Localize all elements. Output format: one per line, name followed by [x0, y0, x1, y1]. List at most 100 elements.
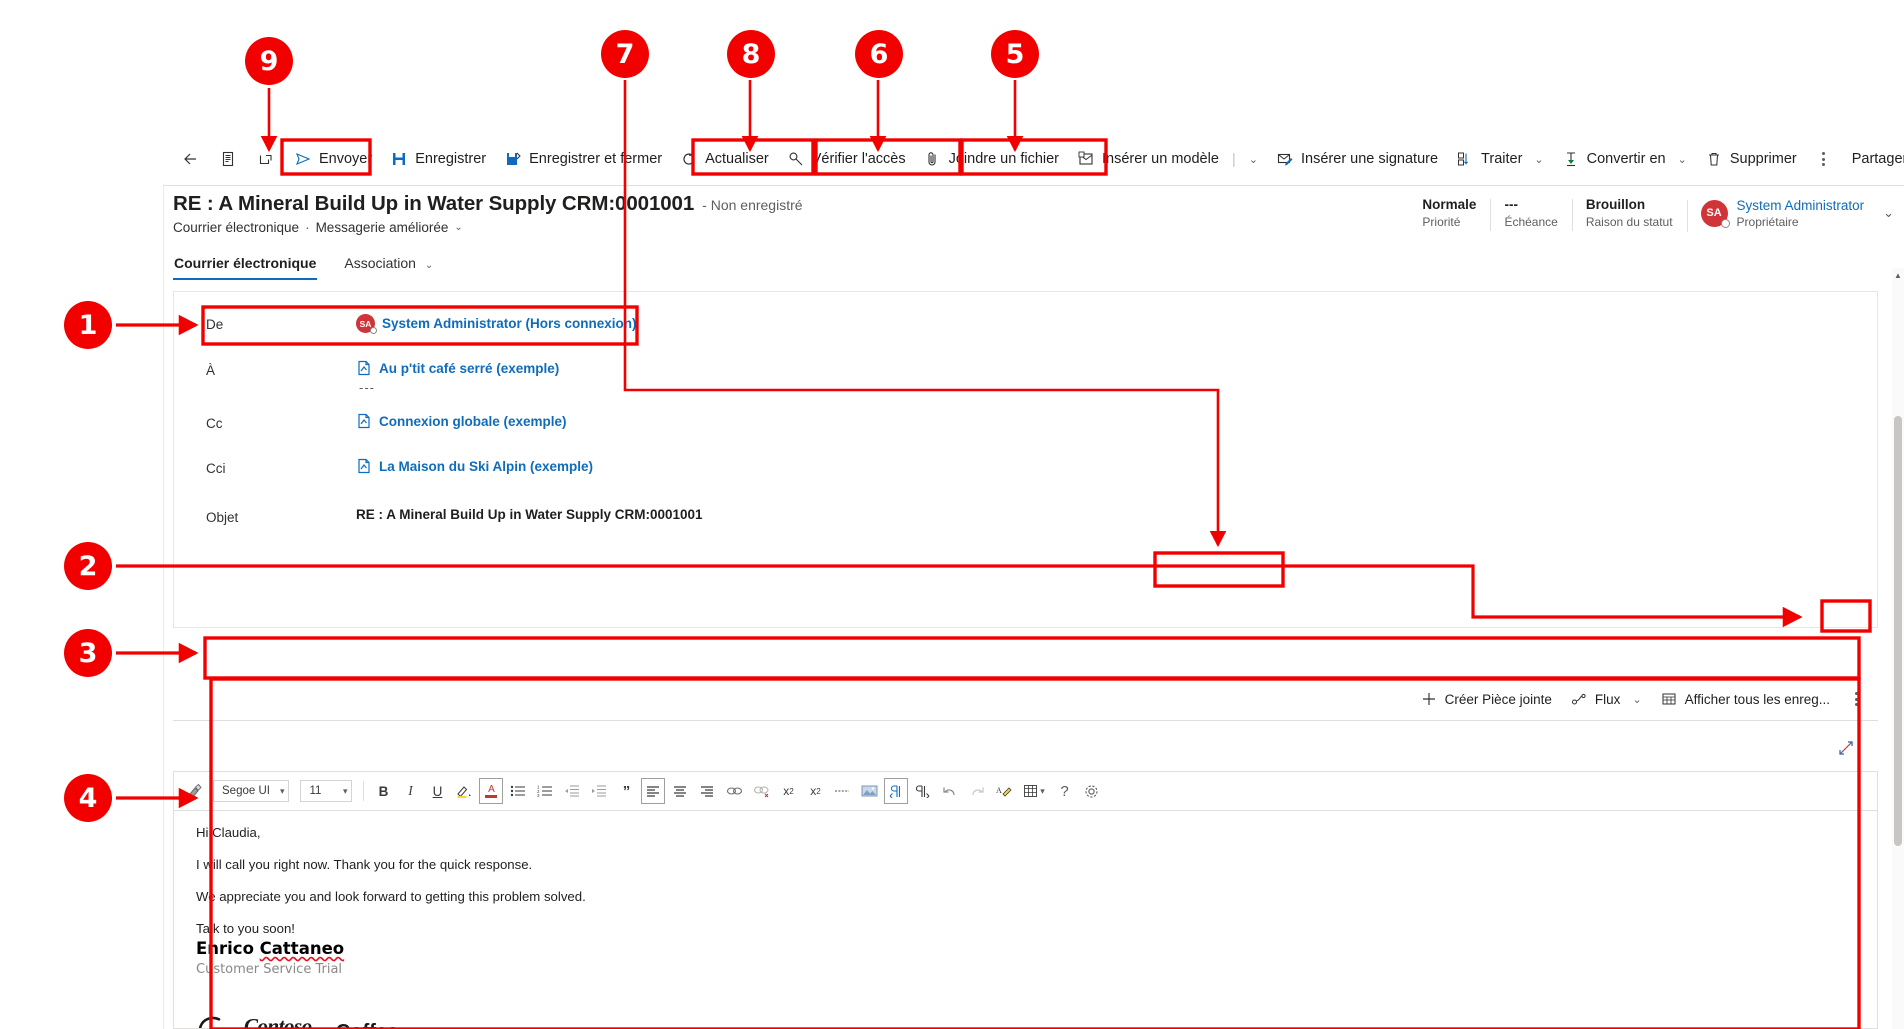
share-button[interactable]: Partager ⌄ [1843, 139, 1904, 179]
due-date-value: --- [1504, 197, 1518, 212]
attach-file-button[interactable]: Joindre un fichier [915, 139, 1068, 179]
chevron-down-icon[interactable]: ⌄ [1678, 153, 1687, 166]
clear-format-icon[interactable]: A [992, 778, 1016, 804]
tab-email[interactable]: Courrier électronique [173, 249, 318, 280]
refresh-button[interactable]: Actualiser [671, 139, 778, 179]
form-row-bcc: Cci La Maison du Ski Alpin (exemple) [174, 432, 1877, 477]
highlight-icon[interactable] [452, 778, 476, 804]
process-button[interactable]: Traiter ⌄ [1447, 139, 1553, 179]
annotation-badge-3: 3 [64, 629, 112, 677]
tab-association-label: Association [344, 255, 416, 271]
send-button[interactable]: Envoyer [285, 139, 381, 179]
insert-signature-button[interactable]: Insérer une signature [1267, 139, 1447, 179]
superscript-icon[interactable]: x2 [776, 778, 800, 804]
to-label: À [206, 363, 216, 378]
align-right-icon[interactable] [695, 778, 719, 804]
form-name[interactable]: Messagerie améliorée [316, 220, 449, 235]
paperclip-icon [924, 150, 942, 168]
italic-icon[interactable]: I [398, 778, 422, 804]
table-icon[interactable]: ▾ [1019, 778, 1049, 804]
undo-icon[interactable] [938, 778, 962, 804]
send-label: Envoyer [319, 151, 373, 167]
flow-button[interactable]: Flux ⌄ [1561, 682, 1651, 716]
save-and-close-button[interactable]: Enregistrer et fermer [495, 139, 671, 179]
bold-icon[interactable]: B [371, 778, 395, 804]
align-left-icon[interactable] [641, 778, 666, 804]
chevron-down-icon[interactable]: ⌄ [1632, 693, 1641, 706]
convert-to-label: Convertir en [1586, 151, 1666, 167]
to-value[interactable]: Au p'tit café serré (exemple) --- [356, 360, 1877, 395]
create-attachment-button[interactable]: Créer Pièce jointe [1411, 682, 1561, 716]
save-button[interactable]: Enregistrer [381, 139, 495, 179]
refresh-label: Actualiser [705, 151, 769, 167]
annotation-badge-7: 7 [601, 30, 649, 78]
convert-to-button[interactable]: Convertir en ⌄ [1553, 139, 1696, 179]
scroll-up-icon[interactable]: ▲ [1892, 268, 1904, 282]
cc-party[interactable]: Connexion globale (exemple) [356, 413, 567, 429]
redo-icon[interactable] [965, 778, 989, 804]
expand-editor-button[interactable] [1822, 733, 1870, 763]
chevron-down-icon[interactable]: ⌄ [1534, 153, 1543, 166]
format-painter-icon[interactable] [182, 778, 206, 804]
popout-button[interactable] [247, 139, 285, 179]
rtl-icon[interactable] [911, 778, 935, 804]
to-party[interactable]: Au p'tit café serré (exemple) [356, 360, 559, 376]
from-value[interactable]: SA System Administrator (Hors connexion) [356, 314, 1877, 334]
back-button[interactable] [171, 139, 209, 179]
font-size-value: 11 [309, 785, 322, 797]
insert-image-icon[interactable] [857, 778, 881, 804]
owner-stat[interactable]: SA System Administrator Propriétaire ⌄ [1686, 197, 1894, 232]
app-window: Envoyer Enregistrer Enregistrer et ferme… [163, 133, 1904, 1029]
decrease-indent-icon[interactable] [560, 778, 584, 804]
font-family-select[interactable]: Segoe UI ▾ [213, 780, 290, 802]
tab-association[interactable]: Association ⌄ [343, 249, 434, 280]
unsaved-status: - Non enregistré [702, 197, 803, 213]
bullet-list-icon[interactable] [506, 778, 530, 804]
chevron-down-icon[interactable]: ⌄ [454, 222, 462, 233]
bcc-party[interactable]: La Maison du Ski Alpin (exemple) [356, 458, 593, 474]
subject-label: Objet [206, 510, 239, 525]
email-body-editor[interactable]: Hi Claudia, I will call you right now. T… [173, 811, 1878, 1029]
chevron-down-icon[interactable]: ⌄ [1883, 205, 1894, 221]
subscript-icon[interactable]: x2 [803, 778, 827, 804]
delete-button[interactable]: Supprimer [1696, 139, 1806, 179]
insert-link-icon[interactable] [722, 778, 746, 804]
annotation-badge-9: 9 [245, 37, 293, 85]
align-center-icon[interactable] [668, 778, 692, 804]
check-access-button[interactable]: Vérifier l'accès [778, 139, 915, 179]
ltr-icon[interactable] [884, 778, 909, 804]
remove-link-icon[interactable] [749, 778, 773, 804]
insert-template-button[interactable]: Insérer un modèle | ⌄ [1068, 139, 1267, 179]
bcc-value[interactable]: La Maison du Ski Alpin (exemple) [356, 458, 1877, 477]
font-color-icon[interactable]: A [479, 778, 504, 804]
increase-indent-icon[interactable] [587, 778, 611, 804]
entity-name: Courrier électronique [173, 220, 300, 235]
cc-label: Cc [206, 416, 223, 431]
annotation-badge-5: 5 [991, 30, 1039, 78]
chevron-down-icon[interactable]: ⌄ [1249, 153, 1258, 166]
attachment-more-button[interactable] [1839, 692, 1874, 706]
bcc-party-name: La Maison du Ski Alpin (exemple) [379, 458, 594, 474]
more-commands-button[interactable] [1806, 152, 1841, 166]
settings-icon[interactable] [1079, 778, 1103, 804]
underline-icon[interactable]: U [425, 778, 449, 804]
form-selector-button[interactable] [209, 139, 247, 179]
horizontal-rule-icon[interactable] [830, 778, 854, 804]
numbered-list-icon[interactable]: 123 [533, 778, 557, 804]
from-party[interactable]: SA System Administrator (Hors connexion) [356, 314, 637, 334]
chevron-down-icon[interactable]: ⌄ [425, 260, 433, 271]
key-icon [787, 150, 805, 168]
quote-icon[interactable]: ” [614, 778, 638, 804]
form-row-to: À Au p'tit café serré (exemple) --- [174, 333, 1877, 396]
show-all-records-button[interactable]: Afficher tous les enreg... [1651, 682, 1839, 716]
subject-input[interactable]: RE : A Mineral Build Up in Water Supply … [356, 507, 703, 522]
contoso-brand-text: Contoso [244, 1014, 312, 1028]
vertical-scrollbar[interactable]: ▲ [1892, 268, 1904, 1029]
owner-name[interactable]: System Administrator [1737, 197, 1865, 214]
scrollbar-thumb[interactable] [1894, 416, 1902, 846]
body-line-2: We appreciate you and look forward to ge… [196, 889, 586, 904]
font-size-select[interactable]: 11 ▾ [300, 780, 353, 802]
cc-value[interactable]: Connexion globale (exemple) [356, 413, 1877, 432]
help-icon[interactable]: ? [1052, 778, 1076, 804]
arrow-left-icon [181, 150, 199, 168]
